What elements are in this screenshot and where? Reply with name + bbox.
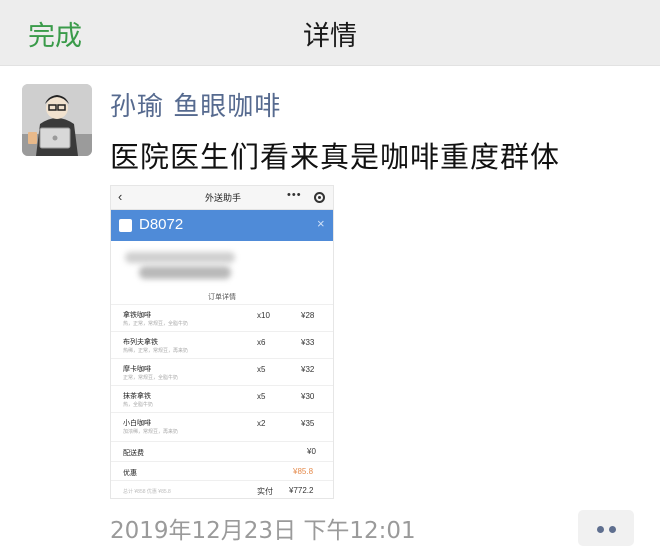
order-id: D8072 (139, 216, 184, 233)
paid-value: ¥772.2 (289, 486, 314, 495)
item-qty: x6 (257, 338, 266, 347)
avatar[interactable] (22, 84, 92, 156)
item-price: ¥32 (301, 365, 315, 374)
post-timestamp: 2019年12月23日 下午12:01 (110, 518, 416, 544)
order-detail-title: 订单详情 (208, 294, 236, 301)
order-item-row: 拿铁咖啡 热，正常，常规豆，全脂牛奶 x10 ¥28 (111, 304, 333, 331)
more-icon: ••• (287, 189, 302, 201)
more-dots-icon (597, 526, 604, 533)
total-summary: 总计 ¥858 优惠 ¥85.8 (123, 489, 171, 495)
item-price: ¥30 (301, 392, 315, 401)
item-name: 抹茶拿铁 (123, 393, 151, 400)
item-options: 热，正常，常规豆，全脂牛奶 (123, 321, 189, 327)
screenshot-nav-bar: ‹ 外送助手 ••• (111, 186, 333, 210)
order-icon (119, 219, 132, 232)
blurred-phone (139, 266, 231, 279)
order-item-row: 抹茶拿铁 热，全脂牛奶 x5 ¥30 (111, 385, 333, 412)
post-author[interactable]: 孙瑜 鱼眼咖啡 (110, 86, 281, 123)
target-icon (314, 192, 325, 203)
more-button[interactable] (578, 510, 634, 546)
top-bar: 完成 详情 (0, 0, 660, 66)
item-options: 热，全脂牛奶 (123, 402, 154, 408)
item-price: ¥28 (301, 311, 315, 320)
page-title: 详情 (303, 21, 357, 52)
item-qty: x5 (257, 392, 266, 401)
item-name: 拿铁咖啡 (123, 312, 151, 319)
order-item-row: 摩卡咖啡 正常，常规豆，全脂牛奶 x5 ¥32 (111, 358, 333, 385)
item-options: 加浓稀，常规豆，再来奶 (123, 429, 179, 435)
delivery-fee-row: 配送费 ¥0 (111, 441, 333, 461)
order-banner: D8072 × (111, 210, 333, 241)
post-content: 医院医生们看来真是咖啡重度群体 (110, 140, 561, 174)
close-icon: × (317, 216, 325, 231)
item-name: 布列夫拿铁 (123, 339, 158, 346)
item-qty: x5 (257, 365, 266, 374)
item-price: ¥33 (301, 338, 315, 347)
delivery-value: ¥0 (307, 447, 316, 456)
item-price: ¥35 (301, 419, 315, 428)
discount-row: 优惠 ¥85.8 (111, 461, 333, 481)
item-options: 正常，常规豆，全脂牛奶 (123, 375, 179, 381)
item-qty: x2 (257, 419, 266, 428)
delivery-label: 配送费 (123, 450, 144, 457)
blurred-address (125, 252, 235, 263)
order-item-row: 布列夫拿铁 热稀，正常，常规豆，再来奶 x6 ¥33 (111, 331, 333, 358)
order-screenshot-image[interactable]: ‹ 外送助手 ••• D8072 × 订单详情 拿铁咖啡 热，正常，常规豆，全脂… (110, 185, 334, 499)
item-qty: x10 (257, 311, 270, 320)
discount-value: ¥85.8 (293, 467, 314, 476)
paid-label: 实付 (257, 487, 273, 496)
order-item-row: 小白咖啡 加浓稀，常规豆，再来奶 x2 ¥35 (111, 412, 333, 439)
item-name: 小白咖啡 (123, 420, 151, 427)
payment-summary-row: 总计 ¥858 优惠 ¥85.8 实付 ¥772.2 (111, 480, 333, 498)
item-options: 热稀，正常，常规豆，再来奶 (123, 348, 189, 354)
item-name: 摩卡咖啡 (123, 366, 151, 373)
discount-label: 优惠 (123, 470, 137, 477)
more-dots-icon (609, 526, 616, 533)
